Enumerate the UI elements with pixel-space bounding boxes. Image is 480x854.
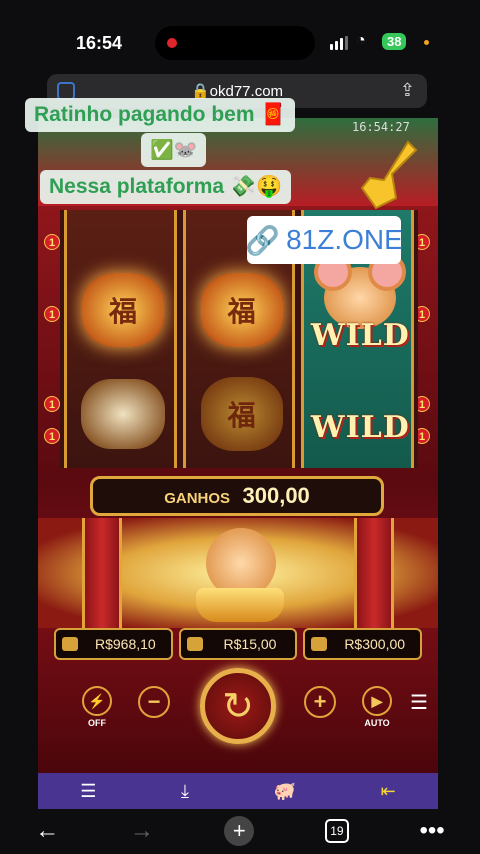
- payline-badge: 1: [44, 396, 60, 412]
- wallet-icon: [62, 637, 78, 651]
- link-text: 81Z.ONE: [286, 224, 403, 255]
- balance-value: R$968,10: [94, 636, 156, 652]
- left-pillar: [82, 518, 122, 628]
- pointing-hand-icon: [360, 140, 418, 210]
- dynamic-island: [155, 26, 315, 60]
- wild-label: WILD: [310, 409, 410, 445]
- balance-box: R$968,10: [54, 628, 173, 660]
- payline-badge: 1: [44, 428, 60, 444]
- payline-badge: 1: [44, 306, 60, 322]
- game-menu-icon[interactable]: ☰: [410, 690, 428, 715]
- caption-overlay-1b: ✅🐭: [141, 133, 207, 167]
- gold-ingot-icon: [196, 588, 284, 622]
- tabs-button[interactable]: 19: [324, 819, 349, 843]
- game-timestamp: 16:54:27: [352, 120, 410, 134]
- win-value: R$300,00: [344, 636, 406, 652]
- menu-icon[interactable]: ☰: [80, 781, 96, 802]
- spin-icon: ↻: [222, 685, 254, 728]
- status-bar: 16:54 ◔ 38: [0, 0, 480, 76]
- new-tab-button[interactable]: +: [224, 816, 255, 846]
- fortune-coin-symbol: 福: [75, 266, 171, 354]
- peanut-symbol: [75, 370, 171, 458]
- caption-overlay-1: Ratinho pagando bem 🧧: [25, 98, 296, 132]
- fortune-coin-symbol-dim: 福: [194, 370, 290, 458]
- browser-bottom-bar: ← → + 19 •••: [0, 808, 480, 854]
- caption-overlay-2: Nessa plataforma 💸🤑: [40, 170, 292, 204]
- wild-symbol: WILD: [310, 402, 410, 452]
- back-icon[interactable]: ←: [35, 817, 59, 845]
- share-icon[interactable]: ⇪: [400, 80, 415, 101]
- more-icon[interactable]: •••: [419, 817, 444, 845]
- piggy-bank-icon[interactable]: 🐖: [274, 781, 296, 802]
- decrease-bet-button[interactable]: −: [138, 686, 170, 718]
- spin-button[interactable]: ↻: [200, 668, 276, 744]
- autoplay-button[interactable]: ▶ AUTO: [362, 686, 392, 728]
- turbo-label: OFF: [88, 718, 106, 728]
- wins-value: 300,00: [242, 483, 310, 508]
- balance-row: R$968,10 R$15,00 R$300,00: [54, 628, 423, 660]
- wild-label: WILD: [310, 317, 410, 353]
- bet-value: R$15,00: [223, 636, 277, 652]
- turbo-button[interactable]: ⚡ OFF: [82, 686, 112, 728]
- bet-box: R$15,00: [178, 628, 298, 660]
- fortune-coin-symbol: 福: [194, 266, 290, 354]
- download-icon[interactable]: ⤓: [181, 781, 189, 802]
- game-nav-bar: ☰ ⤓ 🐖 ⇤: [38, 773, 438, 809]
- forward-icon[interactable]: →: [130, 817, 154, 845]
- payline-badge: 1: [44, 234, 60, 250]
- recording-indicator-icon: [167, 38, 177, 48]
- cellular-signal-icon: [330, 36, 348, 50]
- autoplay-label: AUTO: [364, 718, 390, 728]
- status-time: 16:54: [76, 33, 123, 53]
- reel-1: 福: [64, 210, 177, 468]
- wins-display: GANHOS 300,00: [90, 476, 384, 516]
- right-pillar: [354, 518, 394, 628]
- increase-bet-button[interactable]: +: [304, 686, 336, 718]
- controls: ⚡ OFF − ↻ + ▶ AUTO ☰: [38, 668, 438, 768]
- coins-icon: [186, 637, 203, 651]
- screen: 16:54 ◔ 38 🔒okd77.com ⇪ 1 1 1 1 1 1 1 1 …: [0, 0, 480, 854]
- battery-indicator: 38: [382, 33, 407, 50]
- privacy-indicator-icon: [424, 40, 429, 45]
- link-icon: 🔗: [245, 224, 281, 256]
- wifi-icon: ◔: [356, 32, 366, 49]
- exit-icon[interactable]: ⇤: [381, 781, 396, 802]
- wild-symbol: WILD: [310, 310, 410, 360]
- win-icon: [311, 637, 328, 651]
- wins-label: GANHOS: [164, 490, 231, 507]
- promo-link[interactable]: 🔗 81Z.ONE: [245, 216, 403, 264]
- win-box: R$300,00: [303, 628, 423, 660]
